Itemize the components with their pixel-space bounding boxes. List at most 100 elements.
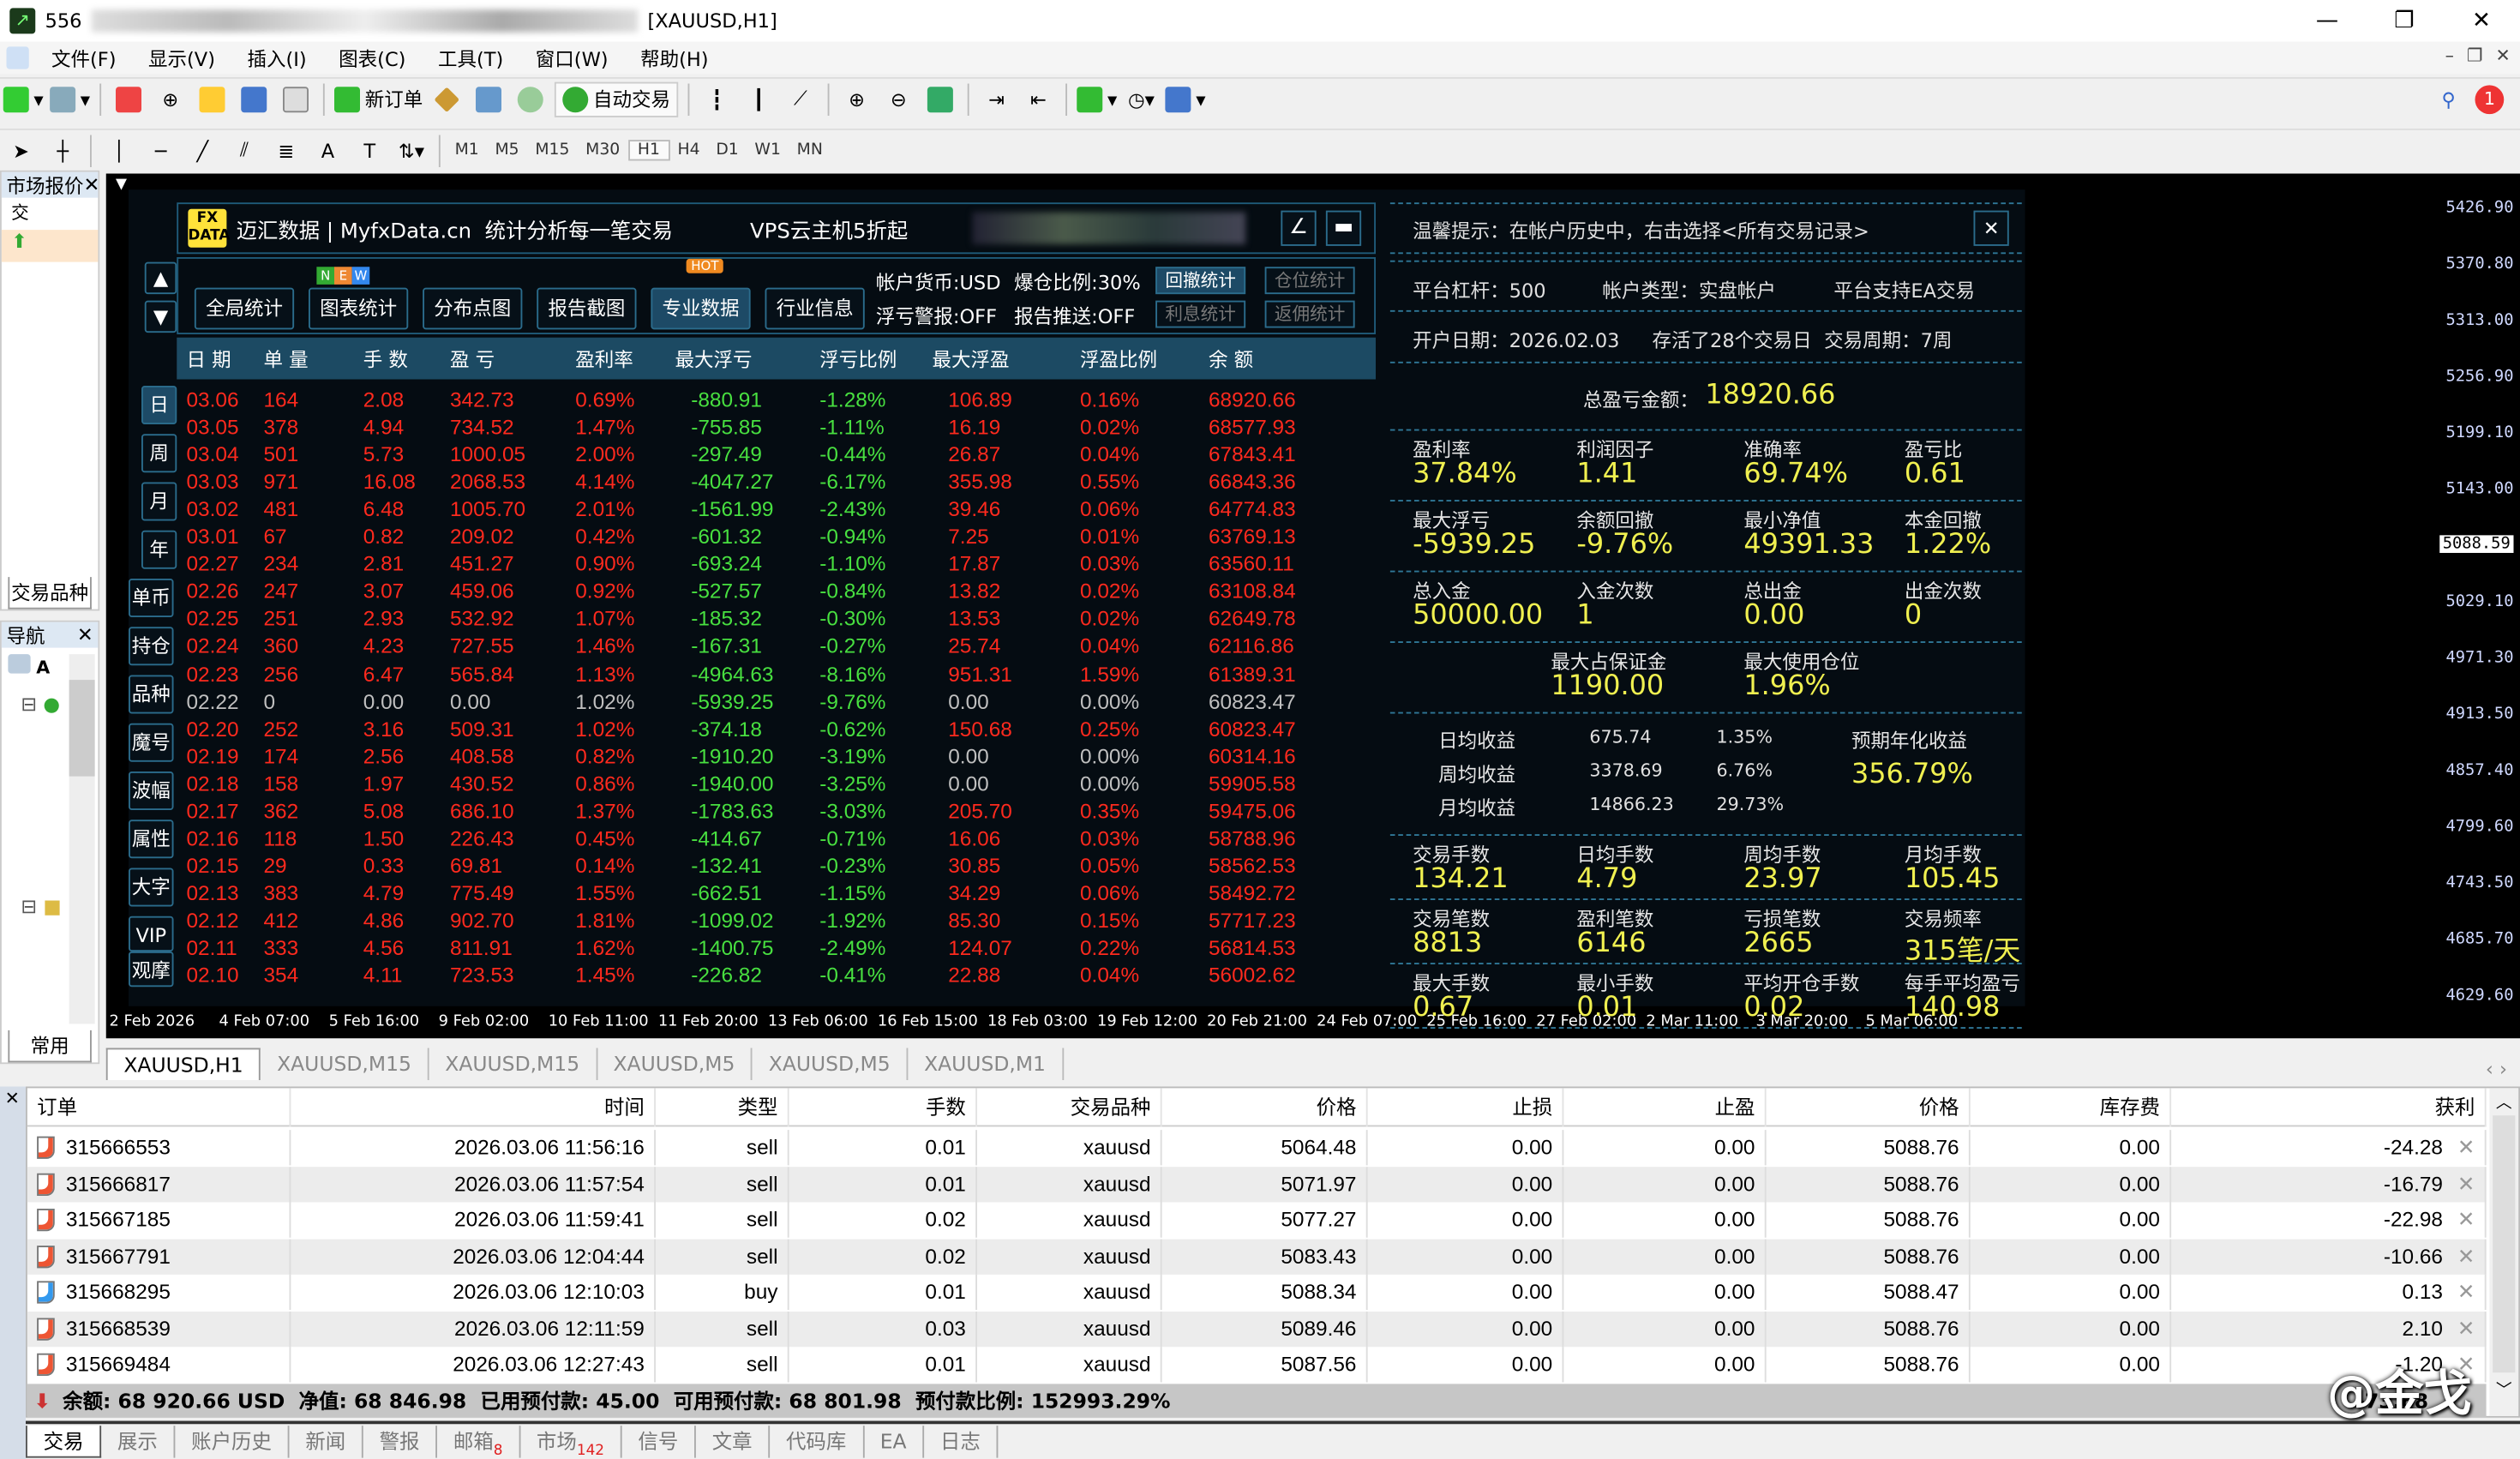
terminal-tab[interactable]: 市场142 bbox=[520, 1426, 622, 1459]
minimize-button[interactable]: — bbox=[2289, 0, 2366, 42]
daily-row[interactable]: 02.17 362 5.08 686.10 1.37% -1783.63 -3.03% 205… bbox=[177, 797, 1376, 825]
new-chart-button[interactable]: ▾ bbox=[3, 81, 44, 117]
daily-row[interactable]: 02.24 360 4.23 727.55 1.46% -167.31 -0.27% 25.7… bbox=[177, 633, 1376, 660]
metaeditor-icon[interactable] bbox=[429, 81, 465, 117]
close-order-icon[interactable]: ✕ bbox=[2457, 1166, 2475, 1201]
terminal-tab[interactable]: 交易 bbox=[26, 1426, 102, 1458]
line-chart-icon[interactable]: ⟋ bbox=[783, 81, 818, 117]
terminal-tab[interactable]: 展示 bbox=[101, 1426, 176, 1458]
order-row[interactable]: 315666553 2026.03.06 11:56:16 sell 0.01 xauu… bbox=[27, 1130, 2487, 1166]
menu-item[interactable]: 窗口(W) bbox=[519, 45, 624, 72]
period-button-12[interactable]: 观摩 bbox=[129, 952, 174, 988]
text-icon[interactable]: A bbox=[310, 133, 345, 168]
crosshair-icon[interactable]: ⊕ bbox=[153, 81, 188, 117]
favorites-icon[interactable] bbox=[195, 81, 230, 117]
period-button-7[interactable]: 魔号 bbox=[129, 723, 174, 762]
auto-trading-button[interactable]: 自动交易 bbox=[555, 81, 679, 117]
minimize-panel-button[interactable]: ▬ bbox=[1325, 210, 1362, 246]
menu-item[interactable]: 显示(V) bbox=[132, 45, 231, 72]
column-header[interactable]: 库存费 bbox=[1971, 1088, 2172, 1127]
order-row[interactable]: 315668295 2026.03.06 12:10:03 buy 0.01 xauus… bbox=[27, 1274, 2487, 1311]
terminal-tab[interactable]: 新闻 bbox=[290, 1426, 363, 1458]
order-row[interactable]: 315668539 2026.03.06 12:11:59 sell 0.03 xauu… bbox=[27, 1311, 2487, 1347]
mdi-close-icon[interactable]: ✕ bbox=[2495, 45, 2510, 66]
daily-row[interactable]: 02.25 251 2.93 532.92 1.07% -185.32 -0.30% 13.5… bbox=[177, 605, 1376, 633]
signals-icon[interactable] bbox=[513, 81, 548, 117]
autoscroll-icon[interactable]: ⇥ bbox=[979, 81, 1014, 117]
profiles-button[interactable]: ▾ bbox=[50, 81, 90, 117]
function-button-0[interactable]: 全局统计 bbox=[194, 287, 295, 330]
vps-promo-link[interactable]: VPS云主机5折起 bbox=[750, 213, 908, 243]
chart-shift-icon[interactable]: ⇤ bbox=[1021, 81, 1056, 117]
chart-tab[interactable]: XAUUSD,H1 bbox=[105, 1048, 261, 1080]
daily-row[interactable]: 02.13 383 4.79 775.49 1.55% -662.51 -1.15% 34.2… bbox=[177, 879, 1376, 906]
terminal-scrollbar[interactable]: ︿ ﹀ bbox=[2489, 1088, 2519, 1416]
indicators-button[interactable]: ▾ bbox=[1077, 81, 1117, 117]
order-row[interactable]: 315667185 2026.03.06 11:59:41 sell 0.02 xauu… bbox=[27, 1202, 2487, 1238]
order-row[interactable]: 315667791 2026.03.06 12:04:44 sell 0.02 xauu… bbox=[27, 1238, 2487, 1274]
search-icon[interactable]: ⚲ bbox=[2442, 87, 2456, 110]
expand-icon[interactable]: ⊟ ■ bbox=[21, 895, 61, 917]
close-icon[interactable]: ✕ bbox=[77, 624, 93, 646]
market-watch-icon[interactable] bbox=[111, 81, 146, 117]
function-button-5[interactable]: 行业信息 bbox=[765, 287, 865, 330]
period-button-2[interactable]: 月 bbox=[141, 482, 177, 521]
rebate-stats-button[interactable]: 返佣统计 bbox=[1264, 300, 1355, 328]
daily-row[interactable]: 02.26 247 3.07 459.06 0.92% -527.57 -0.84% 13.8… bbox=[177, 578, 1376, 605]
daily-row[interactable]: 02.16 118 1.50 226.43 0.45% -414.67 -0.71% 16.0… bbox=[177, 824, 1376, 851]
terminal-icon[interactable] bbox=[237, 81, 272, 117]
expand-icon[interactable]: ⊟ ● bbox=[21, 693, 60, 715]
tab-common[interactable]: 常用 bbox=[8, 1030, 92, 1063]
terminal-tab[interactable]: 邮箱8 bbox=[437, 1426, 521, 1459]
menu-item[interactable]: 插入(I) bbox=[231, 45, 323, 72]
daily-row[interactable]: 02.10 354 4.11 723.53 1.45% -226.82 -0.41% 22.8… bbox=[177, 961, 1376, 988]
period-button-9[interactable]: 属性 bbox=[129, 820, 174, 859]
trendline-icon[interactable]: ╱ bbox=[185, 133, 220, 168]
timeframe-h1[interactable]: H1 bbox=[627, 140, 670, 161]
crosshair-tool-icon[interactable]: ┼ bbox=[45, 133, 81, 168]
period-button-6[interactable]: 品种 bbox=[129, 675, 174, 714]
function-button-2[interactable]: 分布点图 bbox=[423, 287, 523, 330]
cursor-icon[interactable]: ➤ bbox=[3, 133, 39, 168]
column-header[interactable]: 交易品种 bbox=[977, 1088, 1162, 1127]
periods-button[interactable]: ◷▾ bbox=[1124, 81, 1159, 117]
timeframe-m1[interactable]: M1 bbox=[447, 141, 487, 159]
terminal-tab[interactable]: 警报 bbox=[363, 1426, 438, 1458]
period-button-8[interactable]: 波幅 bbox=[129, 772, 174, 810]
period-button-11[interactable]: VIP bbox=[129, 916, 174, 952]
daily-row[interactable]: 02.20 252 3.16 509.31 1.02% -374.18 -0.62% 150.… bbox=[177, 715, 1376, 742]
tile-windows-icon[interactable] bbox=[922, 81, 957, 117]
daily-row[interactable]: 03.06 164 2.08 342.73 0.69% -880.91 -1.28% 106.… bbox=[177, 386, 1376, 413]
timeframe-w1[interactable]: W1 bbox=[747, 141, 789, 159]
daily-row[interactable]: 03.02 481 6.48 1005.70 2.01% -1561.99 -2.43% 39… bbox=[177, 495, 1376, 523]
column-header[interactable]: 类型 bbox=[656, 1088, 789, 1127]
daily-row[interactable]: 02.12 412 4.86 902.70 1.81% -1099.02 -1.92% 85.… bbox=[177, 906, 1376, 934]
function-button-1[interactable]: 图表统计 bbox=[309, 287, 409, 330]
daily-row[interactable]: 03.01 67 0.82 209.02 0.42% -601.32 -0.94% 7.25 0… bbox=[177, 523, 1376, 550]
daily-row[interactable]: 02.19 174 2.56 408.58 0.82% -1910.20 -3.19% 0.0… bbox=[177, 742, 1376, 770]
function-button-4[interactable]: 专业数据 bbox=[651, 287, 751, 330]
templates-button[interactable]: ▾ bbox=[1165, 81, 1206, 117]
terminal-tab[interactable]: 账户历史 bbox=[175, 1426, 290, 1458]
close-order-icon[interactable]: ✕ bbox=[2457, 1203, 2475, 1238]
menu-item[interactable]: 图表(C) bbox=[322, 45, 422, 72]
daily-row[interactable]: 02.22 0 0.00 0.00 1.02% -5939.25 -9.76% 0.00 0.0… bbox=[177, 687, 1376, 715]
drawdown-stats-button[interactable]: 回撤统计 bbox=[1155, 267, 1246, 295]
daily-row[interactable]: 02.11 333 4.56 811.91 1.62% -1400.75 -2.49% 124… bbox=[177, 934, 1376, 961]
new-order-button[interactable]: 新订单 bbox=[334, 81, 423, 117]
timeframe-d1[interactable]: D1 bbox=[708, 141, 747, 159]
symbol-row[interactable]: ⬆ bbox=[1, 230, 99, 262]
chart-menu-icon[interactable]: ▼ bbox=[116, 177, 127, 193]
timeframe-m30[interactable]: M30 bbox=[578, 141, 628, 159]
close-order-icon[interactable]: ✕ bbox=[2457, 1275, 2475, 1310]
chart-tab[interactable]: XAUUSD,M15 bbox=[261, 1048, 429, 1080]
period-button-4[interactable]: 单币 bbox=[129, 579, 174, 617]
navigator-scrollbar[interactable] bbox=[69, 654, 95, 1024]
period-button-5[interactable]: 持仓 bbox=[129, 627, 174, 666]
column-header[interactable]: 获利 bbox=[2171, 1088, 2487, 1127]
terminal-tab[interactable]: 日志 bbox=[924, 1426, 999, 1458]
vertical-line-icon[interactable]: │ bbox=[101, 133, 136, 168]
timeframe-h4[interactable]: H4 bbox=[669, 141, 708, 159]
terminal-tab[interactable]: EA bbox=[864, 1426, 925, 1458]
close-order-icon[interactable]: ✕ bbox=[2457, 1130, 2475, 1165]
